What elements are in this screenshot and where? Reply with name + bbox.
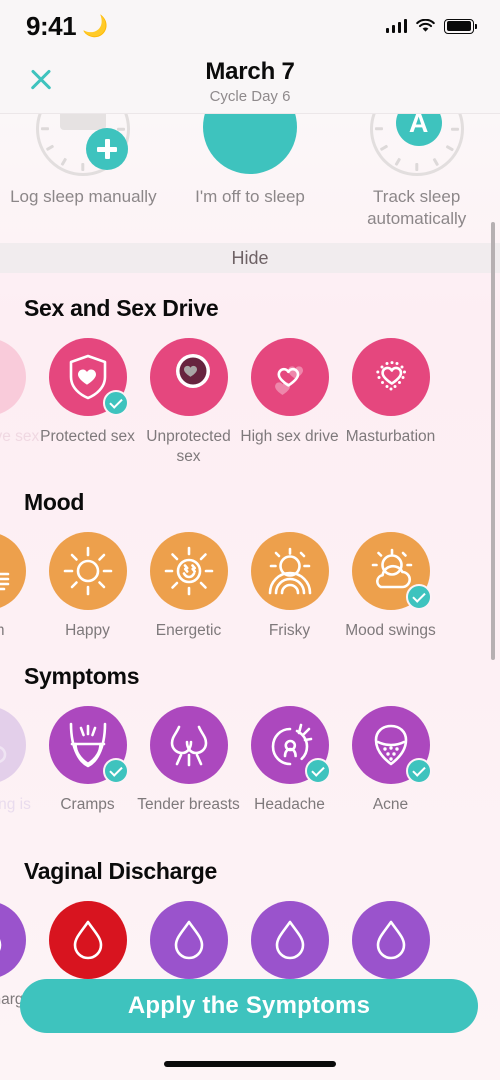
- sleep-option-label: Log sleep manually: [10, 187, 157, 206]
- section-title: Mood: [24, 489, 85, 516]
- tile-label: High sex drive: [240, 428, 339, 445]
- hide-sleep-section-button[interactable]: Hide: [0, 243, 500, 273]
- tile-everything-is-fine[interactable]: Everything is fine: [0, 706, 37, 835]
- tile-headache[interactable]: Headache: [239, 706, 340, 815]
- clock-auto-icon: A: [369, 114, 464, 176]
- tile-label: Happy: [65, 622, 110, 640]
- circle-heart-icon: [149, 338, 228, 416]
- tile-acne[interactable]: Acne: [340, 706, 441, 815]
- tile-energetic[interactable]: Energetic: [138, 532, 239, 641]
- selected-check-icon: [405, 584, 432, 611]
- cycle-day-subtitle: Cycle Day 6: [209, 88, 291, 105]
- tender-breasts-icon: [149, 706, 228, 785]
- no-discharge-icon: [0, 900, 26, 979]
- hide-label: Hide: [231, 247, 269, 268]
- wifi-icon: [416, 19, 435, 33]
- tile-label: Energetic: [155, 622, 222, 640]
- battery-full-icon: [444, 18, 477, 34]
- cramps-icon: [48, 706, 129, 785]
- spotting-icon: [48, 900, 127, 979]
- tile-mood-swings[interactable]: Mood swings: [340, 532, 441, 641]
- heart-slash-icon: [0, 338, 26, 416]
- tile-cramps[interactable]: Cramps: [37, 706, 138, 815]
- status-bar: 9:41 🌙: [0, 0, 500, 52]
- vertical-scrollbar[interactable]: [491, 222, 495, 660]
- eggwhite-icon: [351, 900, 430, 979]
- tile-tender-breasts[interactable]: Tender breasts: [137, 706, 240, 815]
- sleep-option-label: Track sleep automatically: [367, 187, 467, 228]
- section-title: Sex and Sex Drive: [24, 295, 219, 321]
- tile-masturbation[interactable]: Masturbation: [340, 338, 441, 447]
- section-title: Symptoms: [24, 663, 140, 690]
- tile-label: Masturbation: [345, 428, 436, 445]
- shield-heart-icon: [48, 338, 129, 416]
- sleep-tracking-row: Log sleep manually I'm off to sleep A Tr…: [0, 114, 500, 243]
- hearts-stack-icon: [250, 338, 329, 416]
- sleep-option-off-to-sleep[interactable]: I'm off to sleep: [167, 114, 334, 208]
- sun-water-icon: [0, 532, 26, 611]
- tile-label: Frisky: [268, 622, 311, 640]
- tile-label: Cramps: [60, 796, 115, 814]
- scroll-content[interactable]: Log sleep manually I'm off to sleep A Tr…: [0, 114, 500, 1080]
- section-mood: MoodCalmHappyEnergeticFriskyMood swings: [0, 467, 500, 641]
- sun-cloud-icon: [351, 532, 432, 611]
- tile-high-sex-drive[interactable]: High sex drive: [239, 338, 340, 447]
- tile-row[interactable]: CalmHappyEnergeticFriskyMood swings: [0, 532, 500, 641]
- page-header: March 7 Cycle Day 6: [0, 52, 500, 114]
- sleep-option-label: I'm off to sleep: [195, 187, 305, 206]
- page-title: March 7: [205, 58, 295, 85]
- tile-label: Tender breasts: [137, 796, 240, 814]
- section-symptoms: Symptoms Everything is fine Cramps Tender b…: [0, 641, 500, 835]
- symptom-sections: Sex and Sex Drive Didn't have sexProtecte…: [0, 273, 500, 1010]
- tile-happy[interactable]: Happy: [37, 532, 138, 641]
- headache-icon: [250, 706, 331, 785]
- sticky-icon: [149, 900, 228, 979]
- tile-row[interactable]: Everything is fine Cramps Tender breasts He…: [0, 706, 500, 835]
- status-time-group: 9:41 🌙: [26, 11, 108, 42]
- tile-protected-sex[interactable]: Protected sex: [37, 338, 138, 447]
- clock-filled-icon: [203, 114, 297, 176]
- cellular-signal-icon: [385, 19, 407, 33]
- sun-icon: [48, 532, 127, 611]
- tile-row[interactable]: Didn't have sexProtected sexUnprotected …: [0, 338, 500, 467]
- home-indicator: [164, 1061, 336, 1067]
- sleep-option-track-automatically[interactable]: A Track sleep automatically: [333, 114, 500, 230]
- tile-label: Protected sex: [40, 428, 135, 445]
- tile-frisky[interactable]: Frisky: [239, 532, 340, 641]
- dotted-heart-icon: [351, 338, 430, 416]
- selected-check-icon: [405, 758, 432, 785]
- tile-label: Acne: [372, 796, 409, 814]
- sun-rainbow-icon: [250, 532, 329, 611]
- apply-symptoms-button[interactable]: Apply the Symptoms: [20, 979, 478, 1033]
- section-title: Vaginal Discharge: [24, 857, 218, 884]
- creamy-icon: [250, 900, 329, 979]
- moon-icon: 🌙: [82, 14, 108, 38]
- acne-icon: [351, 706, 432, 785]
- tile-label: Mood swings: [345, 622, 436, 640]
- selected-check-icon: [304, 758, 331, 785]
- status-indicators: [385, 18, 477, 34]
- sleep-option-log-manually[interactable]: Log sleep manually: [0, 114, 167, 208]
- tile-label: Unprotected sex: [146, 428, 231, 466]
- status-time: 9:41: [26, 10, 77, 41]
- section-sex-and-sex-drive: Sex and Sex Drive Didn't have sexProtecte…: [0, 273, 500, 467]
- sun-smile-icon: [149, 532, 228, 611]
- selected-check-icon: [102, 758, 129, 785]
- thumbs-up-icon: [0, 706, 26, 785]
- selected-check-icon: [102, 390, 129, 416]
- apply-button-label: Apply the Symptoms: [127, 992, 371, 1019]
- app-screen: 9:41 🌙 March 7 Cycle Day 6 Log sleep man…: [0, 0, 500, 1080]
- clock-plus-icon: [36, 114, 131, 176]
- tile-label: Headache: [254, 796, 325, 814]
- tile-unprotected-sex[interactable]: Unprotected sex: [138, 338, 239, 467]
